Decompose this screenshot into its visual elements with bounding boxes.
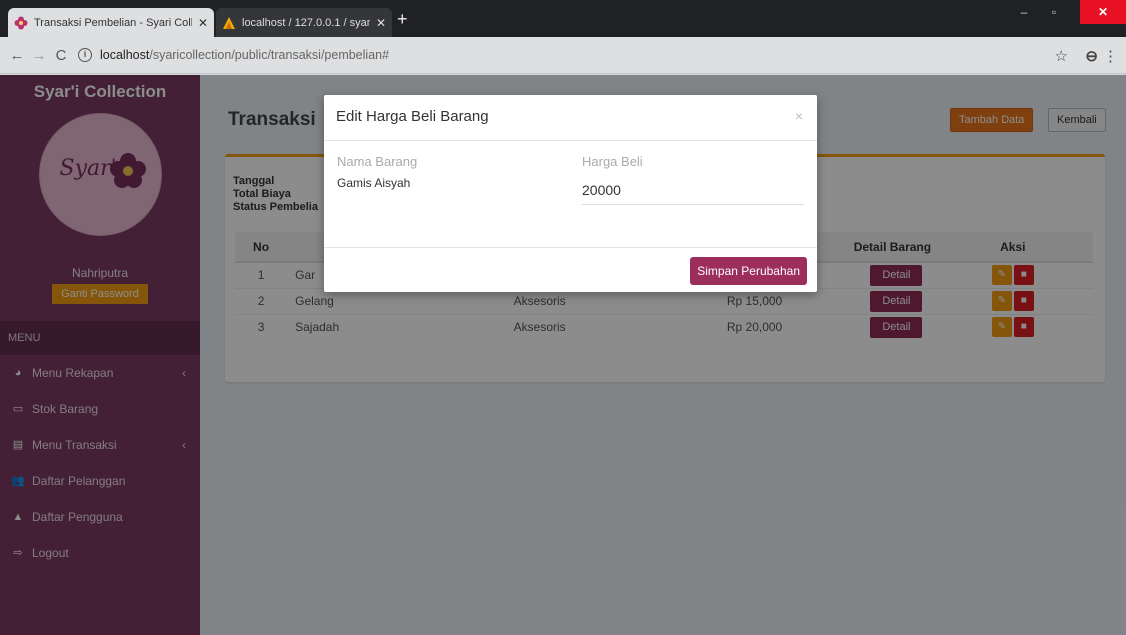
url-path: /syaricollection/public/transaksi/pembel…: [149, 48, 390, 62]
tab-title: localhost / 127.0.0.1 / syaricollec: [242, 16, 370, 29]
save-changes-button[interactable]: Simpan Perubahan: [690, 257, 807, 285]
close-tab-icon[interactable]: ✕: [198, 16, 208, 30]
modal-title: Edit Harga Beli Barang: [336, 108, 489, 125]
address-bar: ← → C i localhost/syaricollection/public…: [0, 37, 1126, 74]
purchase-price-input[interactable]: [582, 175, 804, 205]
url-host: localhost: [100, 48, 150, 62]
close-tab-icon[interactable]: ✕: [376, 16, 386, 30]
item-name-label: Nama Barang: [337, 154, 418, 169]
edit-price-modal: Edit Harga Beli Barang × Nama Barang Gam…: [324, 95, 817, 292]
reload-icon[interactable]: C: [50, 47, 72, 64]
info-icon[interactable]: i: [78, 48, 92, 62]
item-name-value: Gamis Aisyah: [337, 176, 411, 190]
minimize-icon[interactable]: –: [1014, 0, 1034, 24]
modal-footer: Simpan Perubahan: [324, 247, 817, 292]
flower-favicon-icon: [14, 16, 28, 29]
browser-tab-active[interactable]: Transaksi Pembelian - Syari Colle ✕: [8, 8, 214, 37]
window-close-icon[interactable]: ✕: [1080, 0, 1126, 24]
modal-header: Edit Harga Beli Barang ×: [324, 95, 817, 141]
new-tab-icon[interactable]: +: [397, 9, 408, 30]
browser-tab-phpmyadmin[interactable]: localhost / 127.0.0.1 / syaricollec ✕: [216, 8, 392, 37]
purchase-price-label: Harga Beli: [582, 154, 643, 169]
maximize-icon[interactable]: ▫: [1044, 0, 1064, 24]
more-menu-icon[interactable]: ⋮: [1103, 47, 1118, 65]
forward-arrow-icon[interactable]: →: [28, 47, 50, 64]
back-arrow-icon[interactable]: ←: [6, 47, 28, 64]
tab-title: Transaksi Pembelian - Syari Colle: [34, 16, 192, 29]
close-icon[interactable]: ×: [795, 108, 803, 124]
phpmyadmin-favicon-icon: [223, 16, 235, 29]
browser-tab-strip: Transaksi Pembelian - Syari Colle ✕ loca…: [0, 0, 1126, 37]
url-field[interactable]: i localhost/syaricollection/public/trans…: [78, 42, 1036, 68]
profile-icon[interactable]: ⊖: [1085, 47, 1098, 65]
bookmark-star-icon[interactable]: ☆: [1055, 47, 1068, 65]
